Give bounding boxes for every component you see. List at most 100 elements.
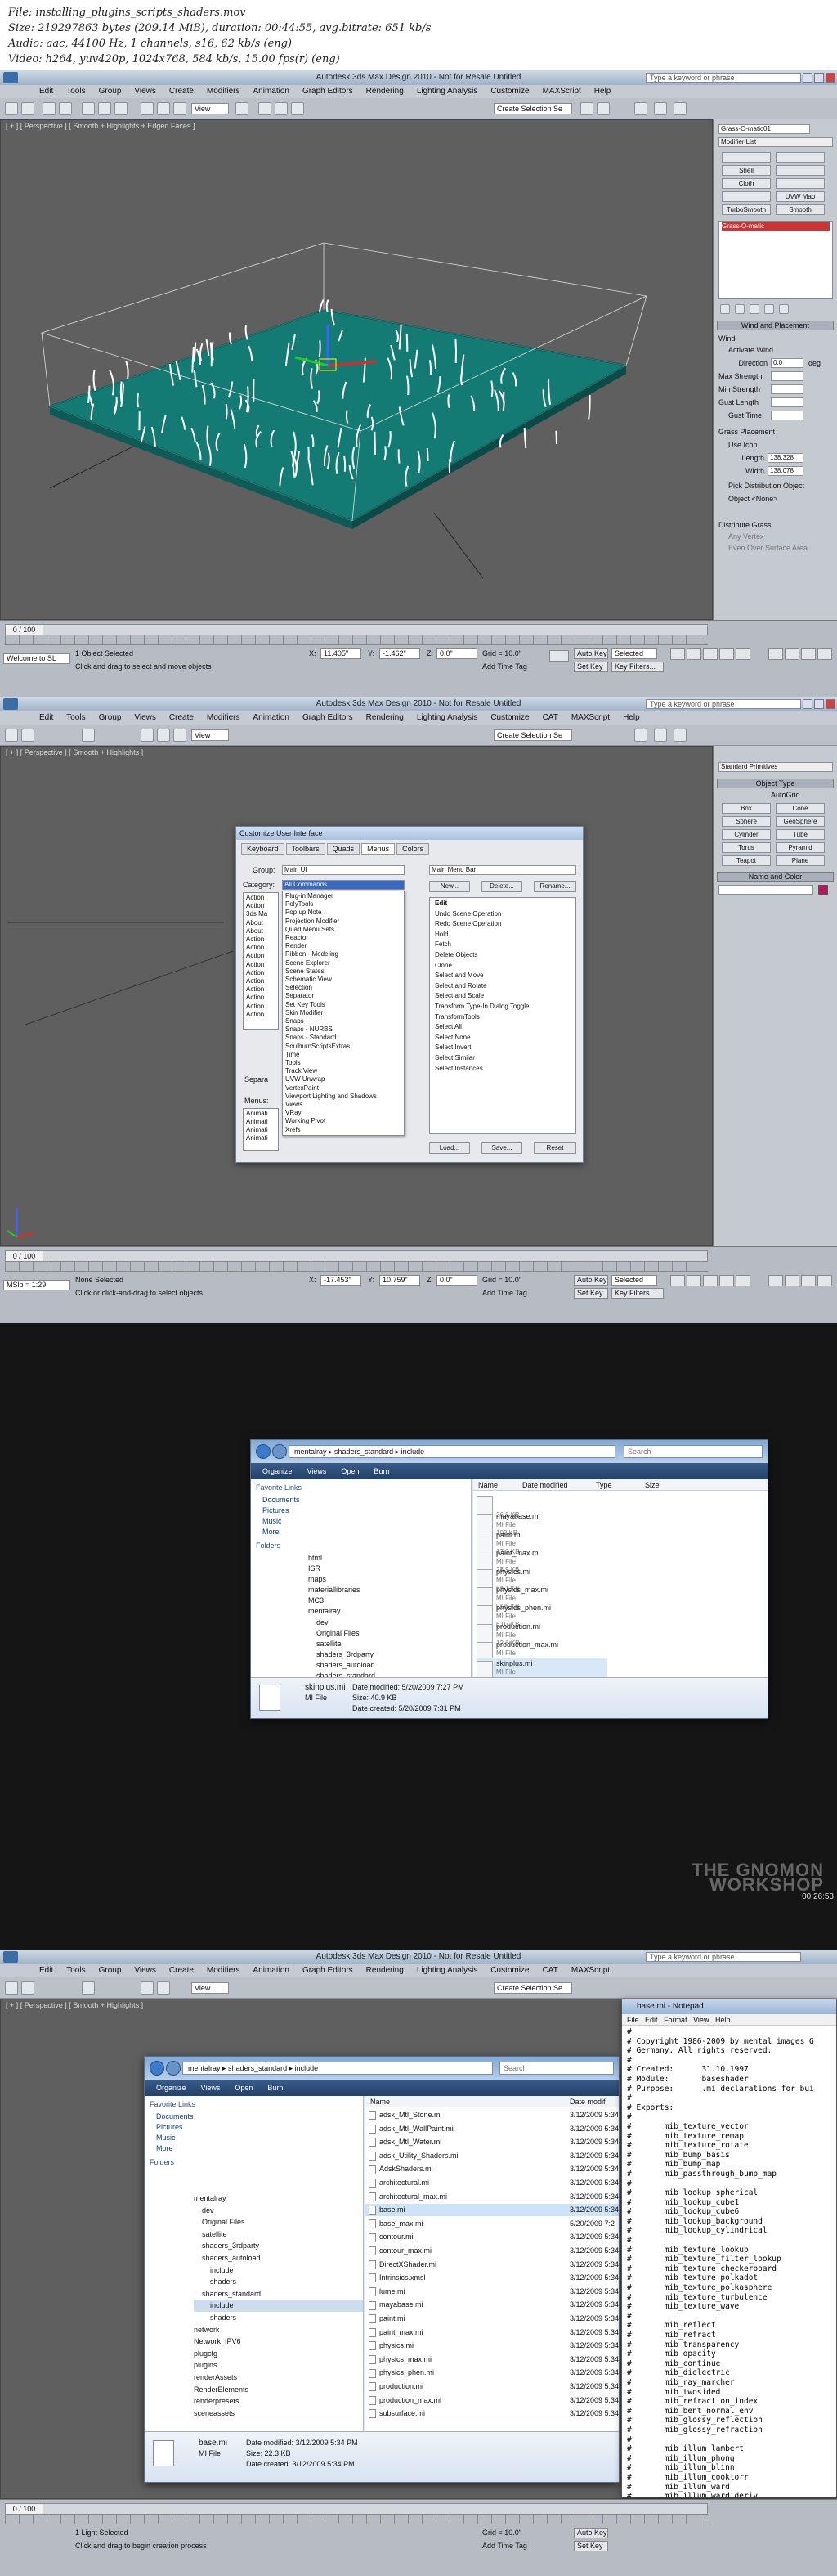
file-row[interactable]: lume.mi 3/12/2009 5:34 bbox=[365, 2286, 619, 2298]
action-entry[interactable]: Action bbox=[246, 1003, 275, 1011]
pan-icon[interactable] bbox=[785, 1275, 799, 1286]
category-option[interactable]: Reactor bbox=[285, 934, 401, 942]
action-entry[interactable]: Action bbox=[246, 952, 275, 960]
category-option[interactable]: Quad Menu Sets bbox=[285, 926, 401, 934]
turbosmooth-button[interactable]: TurboSmooth bbox=[722, 204, 771, 215]
folder-node[interactable]: Original Files bbox=[308, 1628, 471, 1639]
next-frame-icon[interactable] bbox=[719, 1275, 734, 1286]
menu-tree-item[interactable]: TransformTools bbox=[435, 1012, 573, 1023]
play-icon[interactable] bbox=[703, 1275, 718, 1286]
menu-entry[interactable]: Animati bbox=[246, 1118, 275, 1126]
file-row[interactable]: contour.mi 3/12/2009 5:34 bbox=[365, 2231, 619, 2243]
z-coord-input[interactable]: 0.0" bbox=[436, 648, 477, 659]
file-row[interactable]: physics.mi 3/12/2009 5:34 bbox=[365, 2340, 619, 2352]
category-option[interactable]: Snaps - NURBS bbox=[285, 1025, 401, 1034]
object-color-swatch[interactable] bbox=[818, 885, 828, 895]
shell-button[interactable]: Shell bbox=[722, 165, 771, 176]
gust-time-input[interactable] bbox=[771, 411, 803, 420]
maxscript-listener[interactable]: MSlb = 1:29 bbox=[3, 1280, 70, 1290]
load-button[interactable]: Load... bbox=[429, 1142, 470, 1154]
autogrid-checkbox[interactable]: AutoGrid bbox=[771, 790, 832, 801]
move-icon[interactable] bbox=[141, 1981, 154, 1995]
fav-pictures[interactable]: Pictures bbox=[251, 1506, 471, 1516]
file-row[interactable]: production_max.mi 3/12/2009 5:34 bbox=[365, 2394, 619, 2407]
category-option[interactable]: Tools bbox=[285, 1059, 401, 1067]
menu-edit[interactable]: Edit bbox=[39, 711, 53, 725]
geosphere-button[interactable]: GeoSphere bbox=[776, 816, 825, 827]
file-row[interactable]: adsk_Utility_Shaders.mi 3/12/2009 5:34 bbox=[365, 2150, 619, 2162]
track-bar[interactable] bbox=[5, 1262, 708, 1272]
menu-edit[interactable]: Edit bbox=[39, 1964, 53, 1977]
menu-tree-item[interactable]: Undo Scene Operation bbox=[435, 909, 573, 920]
folder-node[interactable]: shaders_standard bbox=[194, 2288, 363, 2300]
menu-edit[interactable]: Edit bbox=[39, 85, 53, 98]
address-bar[interactable]: mentalray ▸ shaders_standard ▸ include bbox=[289, 1445, 615, 1458]
menu-tree-item[interactable]: Select and Rotate bbox=[435, 981, 573, 992]
add-time-tag[interactable]: Add Time Tag bbox=[482, 2541, 527, 2551]
folder-node[interactable]: ISR bbox=[308, 1564, 471, 1574]
selection-region-icon[interactable] bbox=[114, 102, 128, 115]
file-row[interactable]: paint_max.mi 3/12/2009 5:34 bbox=[365, 2327, 619, 2339]
new-menu-button[interactable]: New... bbox=[429, 881, 470, 892]
mirror-icon[interactable] bbox=[580, 102, 593, 115]
file-row[interactable]: subsurface.mi 3/12/2009 5:34 bbox=[365, 2408, 619, 2420]
activate-wind-checkbox[interactable]: Activate Wind bbox=[718, 345, 832, 356]
category-option[interactable]: Plug-in Manager bbox=[285, 892, 401, 900]
reset-button[interactable]: Reset bbox=[534, 1142, 576, 1154]
wind-placement-rollout[interactable]: Wind and Placement bbox=[717, 321, 834, 330]
key-filters-button[interactable]: Key Filters... bbox=[611, 1288, 664, 1299]
pick-distribution-radio[interactable]: Pick Distribution Object bbox=[718, 481, 832, 491]
keyword-search-input[interactable]: Type a keyword or phrase bbox=[646, 73, 801, 83]
rotate-icon[interactable] bbox=[157, 102, 170, 115]
organize-button[interactable]: Organize bbox=[156, 2080, 186, 2096]
remove-modifier-icon[interactable] bbox=[764, 304, 774, 314]
zoom-icon[interactable] bbox=[768, 1275, 783, 1286]
menu-customize[interactable]: Customize bbox=[490, 1964, 529, 1977]
orbit-icon[interactable] bbox=[801, 1275, 816, 1286]
menu-maxscript[interactable]: MAXScript bbox=[571, 711, 610, 725]
go-to-start-icon[interactable] bbox=[670, 648, 685, 660]
time-slider[interactable]: 0 / 100 bbox=[5, 624, 708, 635]
category-option[interactable]: Render bbox=[285, 942, 401, 950]
render-setup-icon[interactable] bbox=[654, 729, 667, 742]
file-row[interactable]: production.mi 3/12/2009 5:34 bbox=[365, 2381, 619, 2393]
folder-node[interactable]: mentalray bbox=[194, 2192, 363, 2205]
crumb-include[interactable]: include bbox=[295, 2064, 319, 2072]
folder-node[interactable]: shaders_3rdparty bbox=[308, 1649, 471, 1660]
menus-list[interactable]: Animati Animati Animati Animati bbox=[243, 1108, 279, 1151]
menu-graph-editors[interactable]: Graph Editors bbox=[302, 1964, 353, 1977]
menu-graph-editors[interactable]: Graph Editors bbox=[302, 85, 353, 98]
menu-tree-item[interactable]: Select Invert bbox=[435, 1043, 573, 1053]
key-mode-icon[interactable] bbox=[549, 650, 569, 662]
folders-heading[interactable]: Folders bbox=[256, 1541, 471, 1551]
forward-icon[interactable] bbox=[272, 1444, 287, 1459]
menu-entry[interactable]: Animati bbox=[246, 1126, 275, 1134]
plane-button[interactable]: Plane bbox=[776, 855, 825, 866]
action-entry[interactable]: Action bbox=[246, 985, 275, 994]
make-unique-icon[interactable] bbox=[750, 304, 759, 314]
object-type-rollout[interactable]: Object Type bbox=[717, 779, 834, 788]
file-tile[interactable]: skinplus.miMI File40.9 KB bbox=[477, 1657, 607, 1677]
scale-icon[interactable] bbox=[173, 729, 186, 742]
file-row[interactable]: DirectXShader.mi 3/12/2009 5:34 bbox=[365, 2259, 619, 2271]
menu-maxscript[interactable]: MAXScript bbox=[571, 1964, 610, 1977]
action-entry[interactable]: About bbox=[246, 927, 275, 936]
category-option[interactable]: PolyTools bbox=[285, 900, 401, 909]
cone-button[interactable]: Cone bbox=[776, 803, 825, 814]
link-icon[interactable] bbox=[43, 102, 56, 115]
menu-tree-item[interactable]: Edit bbox=[435, 899, 573, 909]
undo-icon[interactable] bbox=[5, 102, 18, 115]
named-selection-set[interactable]: Create Selection Se bbox=[494, 1982, 572, 1994]
open-button[interactable]: Open bbox=[341, 1463, 359, 1479]
folder-node[interactable]: renderAssets bbox=[194, 2372, 363, 2384]
maximize-viewport-icon[interactable] bbox=[817, 1275, 832, 1286]
pivot-icon[interactable] bbox=[235, 102, 248, 115]
unlink-icon[interactable] bbox=[59, 102, 72, 115]
angle-snap-icon[interactable] bbox=[275, 102, 288, 115]
folder-node[interactable]: Network_IPV6 bbox=[194, 2336, 363, 2348]
menu-tree-item[interactable]: Select Similar bbox=[435, 1053, 573, 1064]
tab-quads[interactable]: Quads bbox=[326, 843, 360, 855]
go-to-end-icon[interactable] bbox=[736, 1275, 750, 1286]
go-to-end-icon[interactable] bbox=[736, 648, 750, 660]
tab-toolbars[interactable]: Toolbars bbox=[285, 843, 325, 855]
